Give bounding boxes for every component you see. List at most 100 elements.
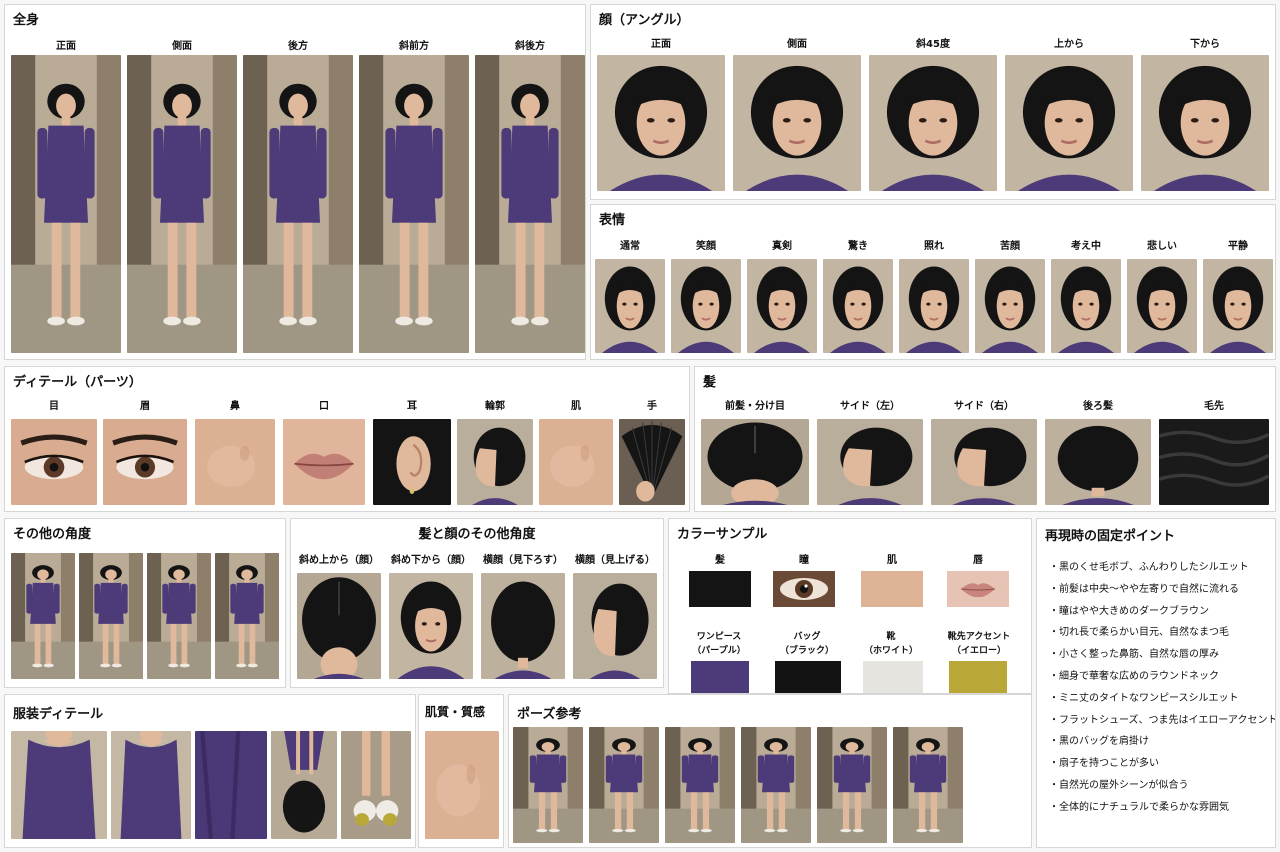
other-angle-photo (11, 553, 75, 679)
fixed-point-item: ・瞳はやや大きめのダークブラウン (1049, 605, 1209, 617)
skin-photo (539, 419, 613, 505)
pose-photo (513, 727, 583, 843)
color-label: ワンピース (696, 632, 742, 642)
expression-label: 通常 (620, 241, 640, 252)
hair-face-angles-title: 髪と顔のその他角度 (418, 527, 536, 542)
nose-photo (195, 419, 275, 505)
face-angle-photo (597, 55, 725, 191)
panel-other-angles: その他の角度 (4, 518, 286, 688)
hair-face-angle-label: 横顔（見下ろす） (483, 555, 563, 566)
face-angle-title: 顔（アングル） (599, 13, 690, 28)
hair-face-angle-photo (297, 573, 381, 679)
expression-photo (747, 259, 817, 353)
other-angle-photo (147, 553, 211, 679)
color-label: （ブラック） (779, 646, 834, 656)
full-body-label: 後方 (288, 41, 308, 52)
color-label: （パープル） (692, 646, 746, 656)
hair-face-angle-label: 横顔（見上げる） (575, 555, 655, 566)
fixed-point-item: ・全体的にナチュラルで柔らかな雰囲気 (1049, 801, 1229, 813)
panel-full-body: 全身 正面 側面 後方 斜前方 斜後方 (4, 4, 586, 360)
lips-icon (947, 571, 1009, 607)
expression-photo (1051, 259, 1121, 353)
fixed-point-item: ・自然光の屋外シーンが似合う (1049, 779, 1189, 791)
color-label: バッグ (793, 632, 821, 642)
detail-parts-label: 輪郭 (485, 401, 505, 412)
shoe-accent-color-swatch (949, 661, 1007, 693)
fixed-point-item: ・細身で華奢な広めのラウンドネック (1049, 670, 1219, 682)
panel-pose-reference: ポーズ参考 (508, 694, 1032, 848)
panel-fixed-points: 再現時の固定ポイント ・黒のくせ毛ボブ、ふんわりしたシルエット ・前髪は中央〜や… (1036, 518, 1276, 848)
pose-photo (665, 727, 735, 843)
eyebrow-photo (103, 419, 187, 505)
expression-label: 驚き (848, 241, 868, 252)
face-angle-label: 正面 (651, 39, 671, 50)
color-label: 瞳 (799, 555, 809, 566)
hair-label: 後ろ髪 (1083, 401, 1113, 412)
hair-face-angle-label: 斜め下から（顔） (391, 555, 471, 566)
panel-skin-texture: 肌質・質感 (418, 694, 504, 848)
expression-label: 照れ (924, 241, 944, 252)
fixed-point-item: ・ミニ丈のタイトなワンピースシルエット (1049, 692, 1239, 704)
expression-photo (1203, 259, 1273, 353)
mouth-photo (283, 419, 365, 505)
skin-texture-title: 肌質・質感 (425, 705, 486, 719)
eye-photo (11, 419, 97, 505)
expression-photo (899, 259, 969, 353)
full-body-photo (11, 55, 121, 353)
hand-photo (619, 419, 685, 505)
face-angle-photo (1141, 55, 1269, 191)
full-body-photo (127, 55, 237, 353)
fixed-points-title: 再現時の固定ポイント (1045, 529, 1176, 544)
full-body-photo (475, 55, 585, 353)
panel-detail-parts: ディテール（パーツ） 目 眉 鼻 口 耳 輪郭 肌 手 (4, 366, 690, 512)
fixed-point-item: ・小さく整った鼻筋、自然な唇の厚み (1049, 649, 1219, 661)
color-label: 靴 (886, 632, 896, 642)
face-angle-photo (733, 55, 861, 191)
outfit-photo (341, 731, 411, 839)
detail-parts-label: 口 (319, 401, 329, 412)
hair-photo (817, 419, 923, 505)
fixed-point-item: ・前髪は中央〜やや左寄りで自然に流れる (1049, 583, 1239, 595)
hair-photo (1045, 419, 1151, 505)
bag-color-swatch (775, 661, 841, 693)
color-label: （ホワイト） (863, 646, 918, 656)
full-body-label: 正面 (56, 41, 76, 52)
panel-expression: 表情 通常 笑顔 真剣 驚き 照れ 苦顔 考え中 悲しい 平静 (590, 204, 1276, 360)
detail-parts-label: 目 (49, 401, 59, 412)
hair-label: 前髪・分け目 (725, 401, 785, 412)
fixed-point-item: ・切れ長で柔らかい目元、自然なまつ毛 (1049, 627, 1229, 639)
eye-icon (780, 578, 828, 600)
hair-face-angle-label: 斜め上から（顔） (299, 555, 379, 566)
detail-parts-label: 手 (647, 401, 657, 412)
fixed-point-item: ・黒のバッグを肩掛け (1049, 736, 1149, 748)
hair-title: 髪 (703, 375, 717, 390)
color-label: 髪 (715, 555, 725, 566)
panel-outfit-detail: 服装ディテール (4, 694, 416, 848)
color-label: （イエロー） (952, 646, 1006, 656)
expression-label: 苦顔 (1000, 241, 1020, 252)
panel-color-samples: カラーサンプル 髪 瞳 肌 唇 ワンピース （パープル） バッグ （ブラック） … (668, 518, 1032, 694)
hair-face-angle-photo (389, 573, 473, 679)
face-angle-label: 上から (1054, 39, 1084, 50)
color-samples-title: カラーサンプル (677, 527, 768, 542)
pose-photo (741, 727, 811, 843)
pose-reference-title: ポーズ参考 (517, 707, 582, 722)
expression-label: 笑顔 (696, 241, 716, 252)
full-body-label: 斜前方 (399, 41, 429, 52)
ear-photo (373, 419, 451, 505)
pose-photo (817, 727, 887, 843)
expression-title: 表情 (599, 213, 626, 228)
face-angle-label: 側面 (787, 39, 807, 50)
hair-photo (1159, 419, 1269, 505)
face-angle-label: 下から (1190, 39, 1220, 50)
outfit-photo (111, 731, 191, 839)
full-body-photo (359, 55, 469, 353)
outfit-photo (195, 731, 267, 839)
full-body-photo (243, 55, 353, 353)
skin-texture-photo (425, 731, 499, 839)
color-label: 靴先アクセント (947, 632, 1011, 642)
expression-photo (595, 259, 665, 353)
panel-hair-face-angles: 髪と顔のその他角度 斜め上から（顔） 斜め下から（顔） 横顔（見下ろす） 横顔（… (290, 518, 664, 688)
detail-parts-title: ディテール（パーツ） (13, 375, 142, 390)
shoe-color-swatch (863, 661, 923, 693)
